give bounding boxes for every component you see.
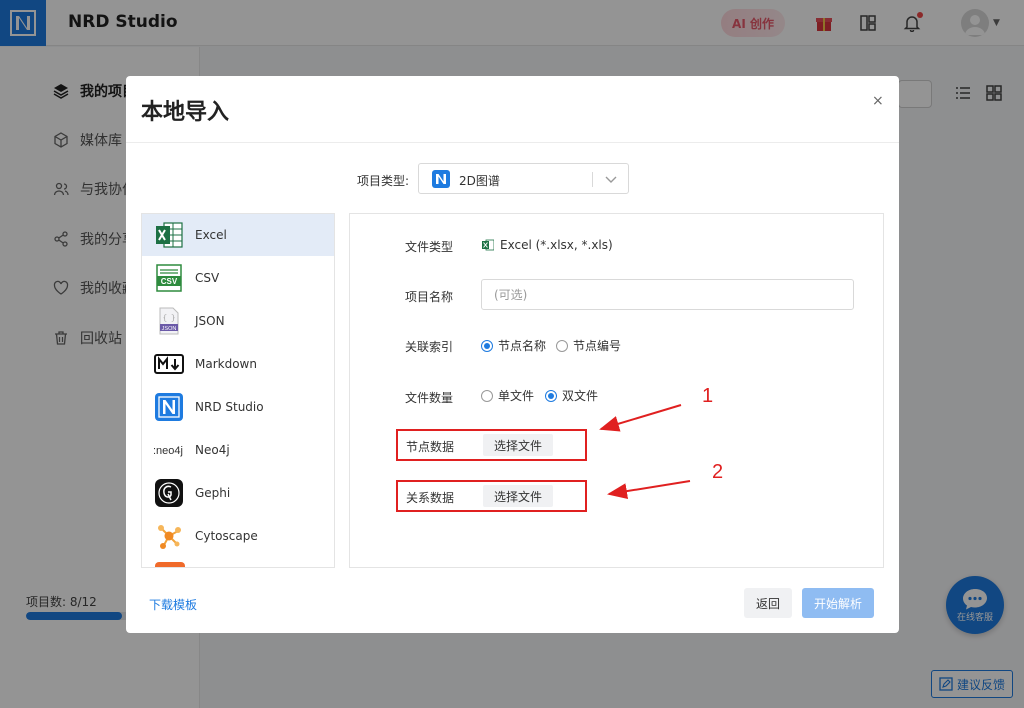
radio-unchecked	[481, 389, 493, 402]
radio-node-id[interactable]: 节点编号	[556, 337, 621, 354]
file-type-label: 文件类型	[405, 240, 454, 254]
radio-checked	[545, 389, 557, 402]
import-type-label: Excel	[195, 228, 227, 242]
project-type-select[interactable]: 2D图谱	[418, 163, 629, 194]
radio-unchecked	[556, 339, 568, 352]
import-type-label: Markdown	[195, 357, 257, 371]
json-icon: JSON { }	[153, 306, 185, 336]
radio-double-file[interactable]: 双文件	[545, 387, 598, 404]
radio-label: 单文件	[498, 389, 535, 403]
nrd-icon	[153, 392, 185, 422]
start-parse-button[interactable]: 开始解析	[802, 588, 874, 618]
relation-data-row: 关系数据 选择文件	[396, 480, 587, 512]
import-type-label: Cytoscape	[195, 529, 258, 543]
import-type-gephi[interactable]: Gephi	[142, 472, 334, 514]
import-type-label: NRD Studio	[195, 400, 264, 414]
project-name-label: 项目名称	[405, 290, 454, 304]
neo4j-icon: :neo4j	[153, 435, 185, 465]
choose-node-file-button[interactable]: 选择文件	[483, 434, 553, 456]
radio-checked	[481, 339, 493, 352]
node-data-row: 节点数据 选择文件	[396, 429, 587, 461]
radio-label: 节点名称	[498, 339, 547, 353]
divider	[592, 172, 593, 187]
import-type-excel[interactable]: Excel	[142, 214, 334, 256]
download-template-link[interactable]: 下载模板	[149, 596, 197, 613]
divider	[126, 142, 899, 143]
close-icon[interactable]: ×	[872, 93, 884, 109]
project-type-label: 项目类型:	[357, 174, 410, 188]
markdown-icon	[153, 349, 185, 379]
node-data-label: 节点数据	[406, 440, 455, 454]
dialog-title: 本地导入	[141, 100, 230, 125]
import-type-neo4j[interactable]: :neo4j Neo4j	[142, 429, 334, 471]
radio-label: 双文件	[562, 389, 599, 403]
json-icon-text: JSON	[162, 326, 177, 332]
back-button[interactable]: 返回	[744, 588, 792, 618]
import-dialog: 本地导入 × 项目类型: 2D图谱 Excel CSV CSV JSON { }	[126, 76, 899, 633]
import-type-label: Gephi	[195, 486, 231, 500]
csv-icon-text: CSV	[161, 277, 178, 286]
import-type-label: JSON	[195, 314, 225, 328]
radio-single-file[interactable]: 单文件	[481, 387, 534, 404]
project-type-value: 2D图谱	[459, 174, 500, 188]
annotation-number-1: 1	[702, 385, 714, 407]
neo4j-icon-text: :neo4j	[153, 445, 183, 457]
import-type-cytoscape[interactable]: Cytoscape	[142, 515, 334, 557]
index-label: 关联索引	[405, 340, 454, 354]
import-type-markdown[interactable]: Markdown	[142, 343, 334, 385]
more-type-icon	[155, 562, 185, 567]
file-type-value: Excel (*.xlsx, *.xls)	[500, 238, 613, 252]
choose-relation-file-button[interactable]: 选择文件	[483, 485, 553, 507]
chevron-down-icon	[604, 172, 618, 186]
import-type-label: CSV	[195, 271, 220, 285]
radio-label: 节点编号	[573, 339, 622, 353]
annotation-number-2: 2	[712, 461, 724, 483]
import-type-list: Excel CSV CSV JSON { } JSON Markdown NRD …	[141, 213, 335, 568]
svg-text:{ }: { }	[163, 315, 176, 323]
import-type-json[interactable]: JSON { } JSON	[142, 300, 334, 342]
import-form: 文件类型 Excel (*.xlsx, *.xls) 项目名称 关联索引 节点名…	[349, 213, 884, 568]
excel-icon	[482, 239, 495, 251]
import-type-label: Neo4j	[195, 443, 230, 457]
cytoscape-icon	[153, 521, 185, 551]
project-name-input[interactable]	[481, 279, 854, 310]
file-count-label: 文件数量	[405, 391, 454, 405]
import-type-nrd[interactable]: NRD Studio	[142, 386, 334, 428]
excel-icon	[153, 220, 185, 250]
csv-icon: CSV	[153, 263, 185, 293]
import-type-csv[interactable]: CSV CSV	[142, 257, 334, 299]
nrd-graph-icon	[432, 170, 450, 188]
gephi-icon	[153, 478, 185, 508]
radio-node-name[interactable]: 节点名称	[481, 337, 546, 354]
relation-data-label: 关系数据	[406, 491, 455, 505]
